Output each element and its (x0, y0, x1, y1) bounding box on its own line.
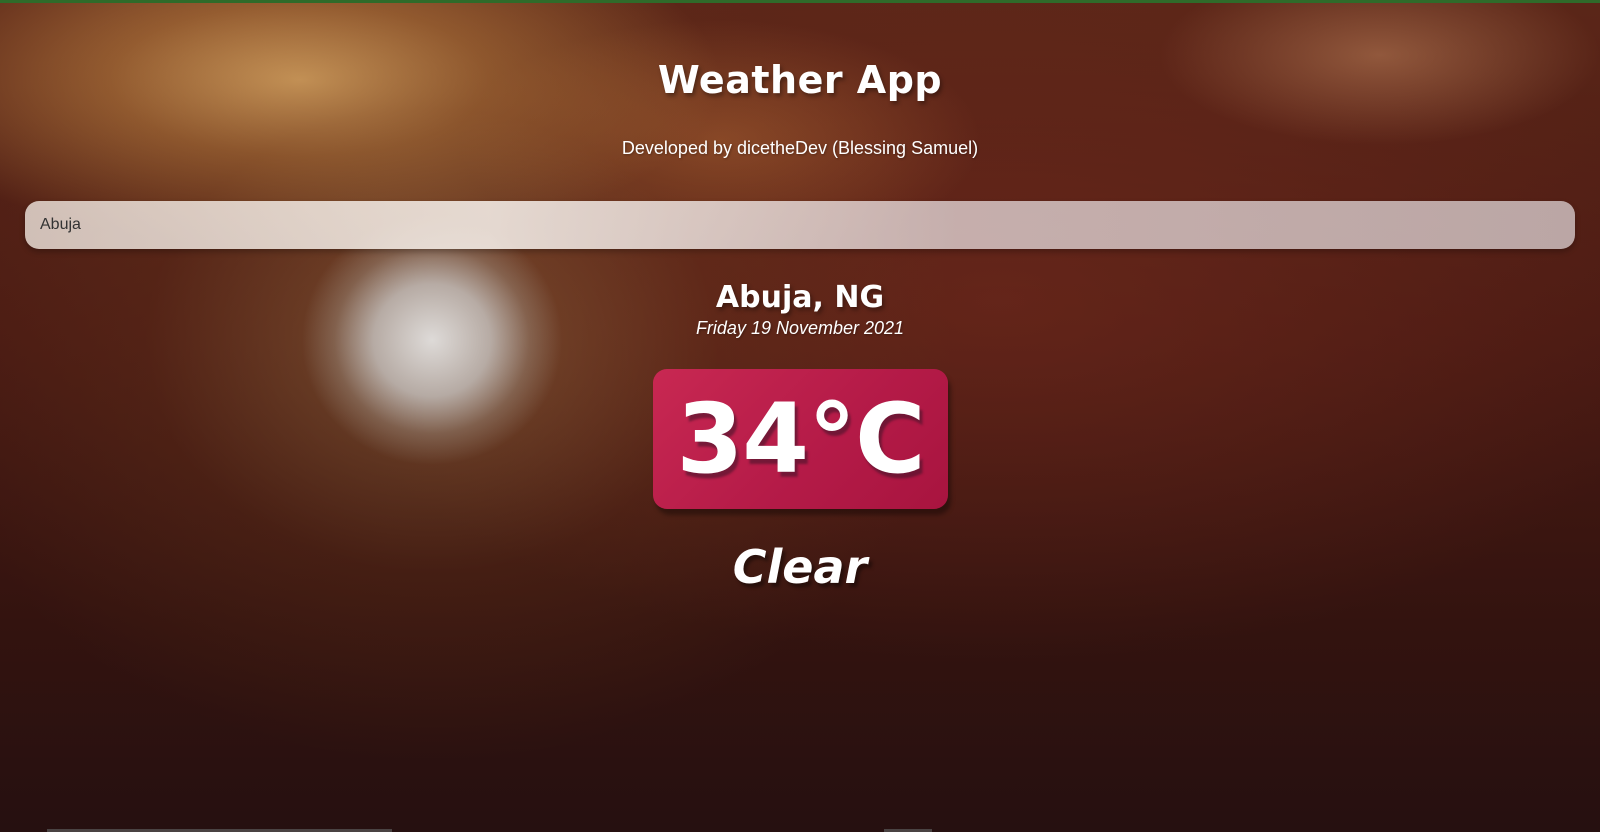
temperature-box: 34°C (653, 369, 948, 509)
current-date: Friday 19 November 2021 (695, 318, 905, 338)
app-title: Weather App (657, 58, 943, 102)
location-name: Abuja, NG (715, 280, 885, 315)
top-border (0, 0, 1600, 3)
search-input[interactable] (25, 201, 1575, 249)
weather-condition: Clear (732, 540, 868, 594)
developer-credit: Developed by dicetheDev (Blessing Samuel… (621, 138, 979, 158)
temperature-value: 34°C (676, 383, 925, 495)
weather-app: Weather App Developed by dicetheDev (Ble… (0, 0, 1600, 832)
